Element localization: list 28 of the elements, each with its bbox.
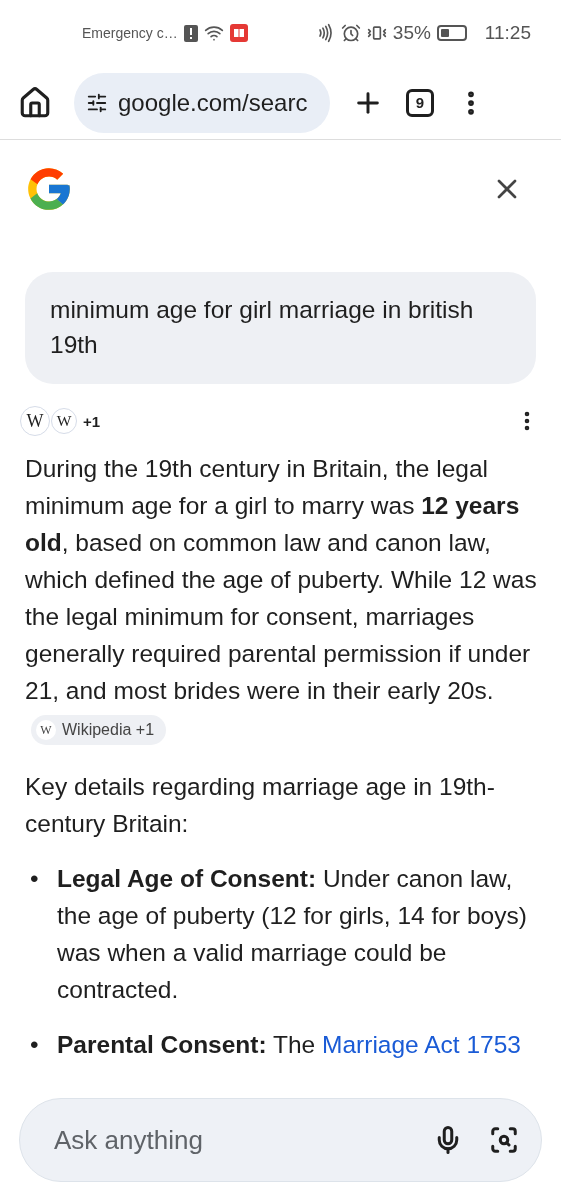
battery-icon [436, 25, 467, 41]
site-settings-icon[interactable] [86, 91, 108, 114]
source-logo[interactable]: W [20, 406, 50, 436]
link[interactable]: Marriage Act 1753 [322, 1031, 521, 1058]
section-heading: Key details regarding marriage age in 19th-century Britain: [25, 772, 496, 839]
query-bubble: minimum age for girl marriage in british 19th [25, 272, 536, 384]
clock-time: 11:25 [484, 22, 531, 44]
wifi-icon [203, 23, 224, 43]
tab-count-button[interactable]: 9 [406, 88, 434, 117]
source-logo[interactable]: W [51, 408, 77, 434]
source-count[interactable]: +1 [83, 412, 101, 430]
ask-field[interactable]: Ask anything [52, 1123, 407, 1157]
alert-icon [183, 24, 198, 42]
alarm-icon [340, 23, 361, 43]
ask-bar[interactable]: Ask anything [19, 1098, 542, 1182]
answer-paragraph: During the 19th century in Britain, the legal minimum age for a girl to marry was 12 years old, based on common law and canon law, which defined the age of puberty. While 12 was the legal minimum for consent, marriages generally required parental permission if under 21, and most brides were in their early 20s. W Wikipedia +1 [25, 450, 539, 746]
battery-percent: 35% [392, 22, 431, 44]
citation-chip[interactable]: W Wikipedia +1 [31, 714, 167, 745]
bullet-text: Legal Age of Consent: Under canon law, the age of puberty (12 for girls, 14 for boys) was when a valid marriage could be contracted. [57, 864, 528, 1005]
bullet-text: Parental Consent: The Marriage Act 1753 [57, 1030, 522, 1060]
bullet-marker: • [30, 864, 40, 894]
book-icon [229, 24, 248, 42]
status-text: Emergency c… [82, 25, 178, 41]
lens-icon[interactable] [489, 1125, 519, 1155]
address-bar[interactable]: google.com/searc [74, 72, 330, 133]
vibrate-icon [366, 23, 387, 43]
bullet-marker: • [30, 1030, 40, 1060]
home-icon[interactable] [18, 85, 52, 120]
